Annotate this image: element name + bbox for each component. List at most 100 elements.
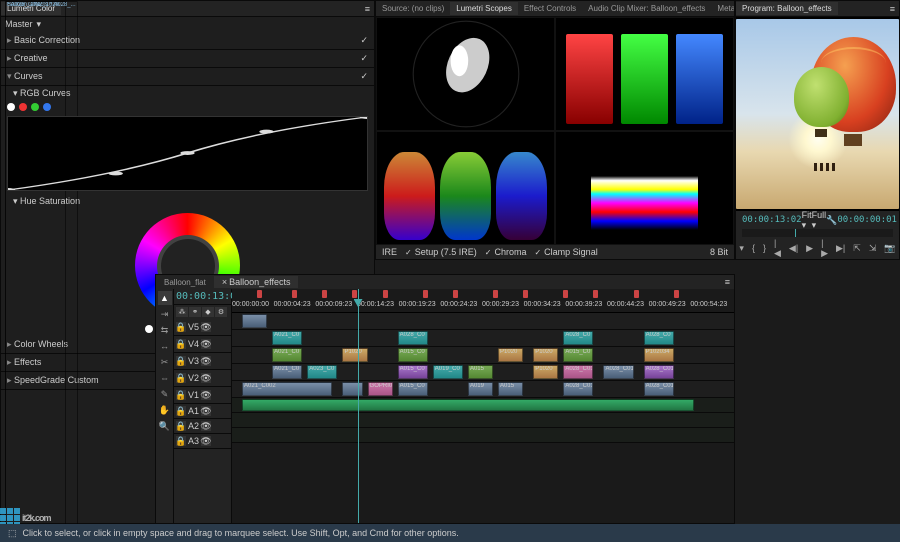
lift-button[interactable]: ⇱ (853, 242, 861, 254)
track-header-A1[interactable]: 🔒A1👁 (174, 404, 231, 419)
hue-dot-white[interactable] (145, 325, 153, 333)
tab-effect-controls[interactable]: Effect Controls (518, 2, 582, 15)
step-back-button[interactable]: ◀| (789, 242, 798, 254)
marker[interactable] (523, 290, 528, 298)
clip[interactable]: A021_C0 (272, 365, 302, 379)
timeline-tab-effects[interactable]: ×Balloon_effects (214, 276, 299, 288)
tab-audio-mixer[interactable]: Audio Clip Mixer: Balloon_effects (582, 2, 711, 15)
bit-depth-label[interactable]: 8 Bit (710, 247, 728, 257)
go-to-out-button[interactable]: ▶| (836, 242, 845, 254)
ripple-edit-tool[interactable]: ⇆ (158, 323, 172, 337)
marker[interactable] (493, 290, 498, 298)
clip[interactable]: P1020 (533, 348, 558, 362)
clip[interactable]: A019 (468, 382, 493, 396)
track-A1[interactable] (232, 398, 734, 413)
export-frame-button[interactable]: 📷 (884, 242, 895, 254)
clip[interactable]: P1020 (533, 365, 558, 379)
scale-dropdown[interactable]: Full ▾ (812, 210, 827, 231)
track-A2[interactable] (232, 413, 734, 428)
marker[interactable] (292, 290, 297, 298)
slip-tool[interactable]: ⇔ (158, 371, 172, 385)
razor-tool[interactable]: ✂ (158, 355, 172, 369)
tab-lumetri-scopes[interactable]: Lumetri Scopes (450, 2, 518, 15)
tab-metadata[interactable]: Metadata (711, 2, 735, 15)
track-header-V4[interactable]: 🔒V4👁 (174, 336, 231, 353)
clip[interactable]: A015_C0 (398, 365, 428, 379)
playhead[interactable] (358, 289, 359, 523)
clip[interactable]: A028_C01 (644, 382, 674, 396)
marker[interactable] (257, 290, 262, 298)
clip[interactable]: A023_C0 (307, 365, 337, 379)
clip[interactable]: P102034 (644, 348, 674, 362)
marker[interactable] (634, 290, 639, 298)
marker[interactable] (674, 290, 679, 298)
play-button[interactable]: ▶ (806, 242, 813, 254)
clip[interactable]: A028_C0 (644, 331, 674, 345)
check-clamp[interactable]: Clamp Signal (534, 247, 597, 257)
mark-in-button[interactable]: { (752, 242, 755, 254)
linked-selection-button[interactable]: ⚭ (189, 307, 201, 317)
clip[interactable]: A028_C01 (563, 382, 593, 396)
track-select-tool[interactable]: ⇥ (158, 307, 172, 321)
tab-source[interactable]: Source: (no clips) (376, 2, 450, 15)
check-setup[interactable]: Setup (7.5 IRE) (405, 247, 477, 257)
fit-dropdown[interactable]: Fit ▾ (802, 210, 812, 231)
panel-menu-icon[interactable]: ≡ (365, 4, 374, 14)
timeline-tracks-area[interactable]: 00:00:00:0000:00:04:2300:00:09:2300:00:1… (232, 289, 734, 523)
timeline-tab-flat[interactable]: Balloon_flat (156, 277, 214, 288)
check-chroma[interactable]: Chroma (485, 247, 527, 257)
track-header-V5[interactable]: 🔒V5👁 (174, 319, 231, 336)
marker[interactable] (383, 290, 388, 298)
track-header-A2[interactable]: 🔒A2👁 (174, 419, 231, 434)
marker[interactable] (593, 290, 598, 298)
track-V5[interactable] (232, 313, 734, 330)
marker[interactable] (453, 290, 458, 298)
panel-menu-icon[interactable]: ≡ (890, 4, 899, 14)
settings-button[interactable]: ⚙ (215, 307, 227, 317)
rate-stretch-tool[interactable]: ↔ (158, 339, 172, 353)
track-V1[interactable]: A021_C002GOPRI055.MPA015_C0A019A015A028_… (232, 381, 734, 398)
clip[interactable]: A015_C0 (398, 348, 428, 362)
track-V4[interactable]: A021_C0A028_C0A028_C0A028_C0 (232, 330, 734, 347)
program-timecode[interactable]: 00:00:13:02 (742, 215, 802, 225)
timeline-timecode[interactable]: 00:00:13:02 (174, 289, 231, 305)
clip[interactable] (242, 314, 267, 328)
selection-tool[interactable]: ▲ (158, 291, 172, 305)
clip[interactable]: A028_C0 (563, 331, 593, 345)
program-mini-timeline[interactable] (742, 229, 893, 237)
clip[interactable]: A015 (498, 382, 523, 396)
clip[interactable]: A015_C0 (563, 348, 593, 362)
clip[interactable]: A028_C01 (644, 365, 674, 379)
clip[interactable] (242, 399, 694, 411)
pen-tool[interactable]: ✎ (158, 387, 172, 401)
marker[interactable] (563, 290, 568, 298)
rgb-curves-editor[interactable] (7, 116, 368, 191)
timeline-ruler[interactable]: 00:00:00:0000:00:04:2300:00:09:2300:00:1… (232, 289, 734, 313)
add-marker-button[interactable]: ▾ (739, 242, 744, 254)
clip[interactable]: A019_C0 (433, 365, 463, 379)
clip[interactable]: A021_C0 (272, 348, 302, 362)
track-header-A3[interactable]: 🔒A3👁 (174, 434, 231, 449)
tab-program[interactable]: Program: Balloon_effects (736, 2, 838, 15)
clip[interactable]: A028_C01 (563, 365, 593, 379)
track-header-V3[interactable]: 🔒V3👁 (174, 353, 231, 370)
clip[interactable] (342, 382, 362, 396)
clip[interactable]: A028_C01 (603, 365, 633, 379)
wrench-icon[interactable]: 🔧 (826, 215, 837, 226)
clip[interactable]: A015_C0 (398, 382, 428, 396)
marker[interactable] (423, 290, 428, 298)
clip[interactable]: A021_C0 (272, 331, 302, 345)
track-header-V2[interactable]: 🔒V2👁 (174, 370, 231, 387)
go-to-in-button[interactable]: |◀ (774, 242, 781, 254)
clip[interactable]: A015 (468, 365, 493, 379)
hand-tool[interactable]: ✋ (158, 403, 172, 417)
program-preview[interactable] (736, 17, 899, 211)
step-forward-button[interactable]: |▶ (821, 242, 828, 254)
clip[interactable]: GOPRI055.MP (368, 382, 393, 396)
clip[interactable]: P1020 (342, 348, 367, 362)
extract-button[interactable]: ⇲ (869, 242, 877, 254)
panel-menu-icon[interactable]: ≡ (725, 277, 734, 287)
clip[interactable]: P1020 (498, 348, 523, 362)
track-V2[interactable]: A021_C0 A023_C0 A015_C0 A019_C0 A015 P1020 A02… (232, 364, 734, 381)
track-A3[interactable] (232, 428, 734, 443)
